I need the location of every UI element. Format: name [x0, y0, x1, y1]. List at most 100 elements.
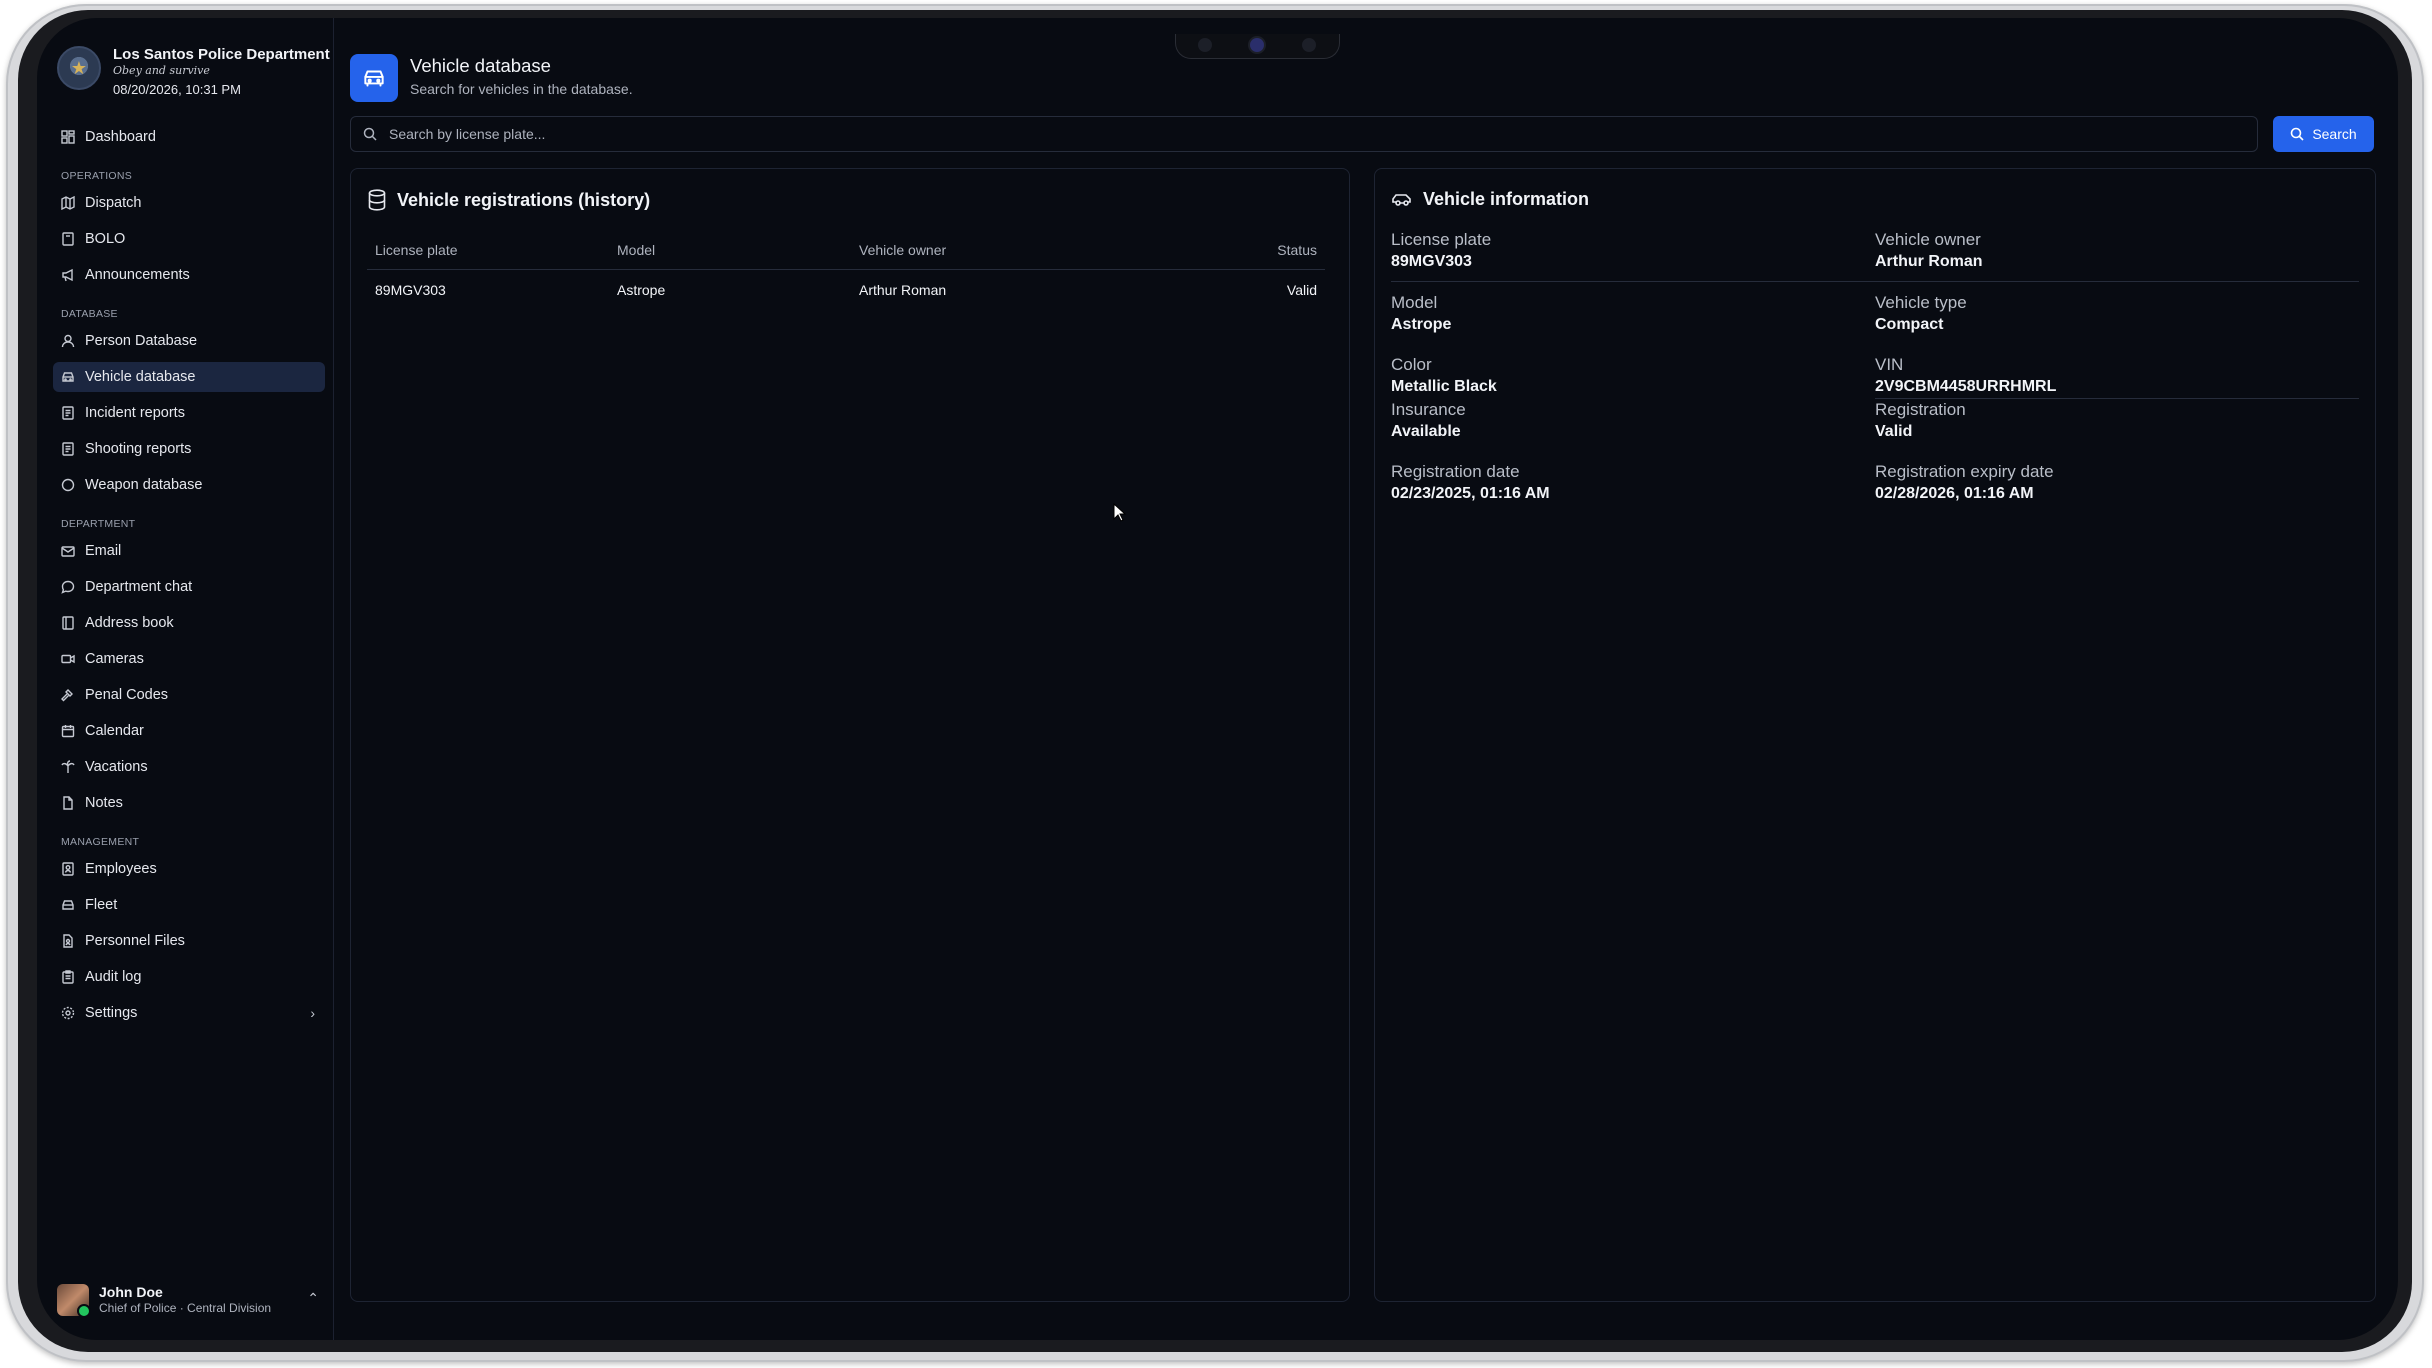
sidebar-item-label: Penal Codes [85, 687, 169, 703]
registration-value: Valid [1875, 423, 1913, 440]
page-subtitle: Search for vehicles in the database. [410, 81, 633, 97]
sidebar-item-vacations[interactable]: Vacations [53, 752, 325, 782]
sidebar-item-notes[interactable]: Notes [53, 788, 325, 818]
car-icon [1391, 191, 1413, 209]
license-plate-label: License plate [1391, 230, 1492, 249]
column-header[interactable]: Model [617, 242, 859, 258]
sidebar-item-label: Weapon database [85, 477, 203, 493]
camera-icon [1250, 38, 1264, 52]
sidebar-item-personnel-files[interactable]: Personnel Files [53, 926, 325, 956]
search-input[interactable] [387, 125, 2191, 143]
vin-value: 2V9CBM4458URRHMRL [1875, 378, 2057, 395]
mail-icon [61, 544, 75, 558]
chevron-up-down-icon: ⌃ [307, 1290, 319, 1306]
search-field[interactable] [350, 116, 2258, 152]
nav-section-database: DATABASE [61, 308, 118, 320]
sidebar-item-label: Notes [85, 795, 123, 811]
column-header[interactable]: License plate [367, 242, 617, 258]
sidebar-item-dashboard[interactable]: Dashboard [53, 122, 325, 152]
table-row[interactable]: 89MGV303 Astrope Arthur Roman Valid [367, 270, 1325, 310]
page-title: Vehicle database [410, 55, 551, 76]
info-row: Model Astrope Vehicle type Compact [1391, 292, 2359, 354]
app-screen: ★ Los Santos Police Department Obey and … [37, 18, 2398, 1340]
user-profile-menu[interactable]: John Doe Chief of Police · Central Divis… [57, 1284, 327, 1318]
calendar-icon [61, 724, 75, 738]
column-header[interactable]: Vehicle owner [859, 242, 1159, 258]
registrations-title-text: Vehicle registrations (history) [397, 189, 651, 210]
sidebar-item-label: Vacations [85, 759, 148, 775]
sidebar-item-label: Settings [85, 1005, 138, 1021]
sidebar-item-fleet[interactable]: Fleet [53, 890, 325, 920]
org-motto: Obey and survive [113, 64, 210, 77]
model-value: Astrope [1391, 316, 1452, 333]
avatar [57, 1284, 91, 1318]
sidebar-item-dispatch[interactable]: Dispatch [53, 188, 325, 218]
sidebar-item-label: Announcements [85, 267, 190, 283]
vehicle-type-label: Vehicle type [1875, 293, 1967, 312]
sidebar-item-settings[interactable]: Settings › [53, 998, 325, 1028]
info-row: Insurance Available Registration Valid [1391, 399, 2359, 461]
registration-expiry-value: 02/28/2026, 01:16 AM [1875, 485, 2034, 502]
nav-section-operations: OPERATIONS [61, 170, 133, 182]
sidebar-item-audit-log[interactable]: Audit log [53, 962, 325, 992]
registration-date-label: Registration date [1391, 462, 1520, 481]
sidebar-item-label: Dashboard [85, 129, 156, 145]
column-header[interactable]: Status [1159, 242, 1325, 258]
info-row: License plate 89MGV303 Vehicle owner Art… [1391, 229, 2359, 282]
sidebar-item-bolo[interactable]: BOLO [53, 224, 325, 254]
sidebar-item-calendar[interactable]: Calendar [53, 716, 325, 746]
document-icon [61, 442, 75, 456]
address-book-icon [61, 616, 75, 630]
vehicle-owner-label: Vehicle owner [1875, 230, 1981, 249]
insurance-value: Available [1391, 423, 1461, 440]
registrations-panel: Vehicle registrations (history) License … [350, 168, 1350, 1302]
search-button[interactable]: Search [2273, 116, 2374, 152]
online-status-dot [77, 1304, 91, 1318]
sidebar-item-incident-reports[interactable]: Incident reports [53, 398, 325, 428]
sidebar-item-penal-codes[interactable]: Penal Codes [53, 680, 325, 710]
sidebar-item-cameras[interactable]: Cameras [53, 644, 325, 674]
registration-label: Registration [1875, 400, 1966, 419]
sidebar-nav: Dashboard OPERATIONS Dispatch BOLO Annou… [53, 122, 325, 1034]
video-icon [61, 652, 75, 666]
dashboard-icon [61, 130, 75, 144]
search-icon [2290, 127, 2304, 141]
document-icon [61, 406, 75, 420]
sidebar-item-label: Fleet [85, 897, 118, 913]
camera-notch [1175, 34, 1340, 59]
sidebar-item-announcements[interactable]: Announcements [53, 260, 325, 290]
sidebar-item-label: Calendar [85, 723, 144, 739]
chat-icon [61, 580, 75, 594]
cell-status: Valid [1286, 282, 1317, 298]
sidebar-item-department-chat[interactable]: Department chat [53, 572, 325, 602]
vin-label: VIN [1875, 355, 1904, 374]
mouse-pointer-icon [1113, 502, 1127, 528]
color-value: Metallic Black [1391, 378, 1497, 395]
sidebar-item-person-database[interactable]: Person Database [53, 326, 325, 356]
color-label: Color [1391, 355, 1432, 374]
sidebar-item-shooting-reports[interactable]: Shooting reports [53, 434, 325, 464]
registrations-table: License plate Model Vehicle owner Status… [367, 231, 1325, 310]
car-icon [350, 54, 398, 102]
id-card-icon [61, 862, 75, 876]
sidebar-item-label: Employees [85, 861, 157, 877]
user-name: John Doe [99, 1284, 163, 1300]
vehicle-info-panel: Vehicle information License plate 89MGV3… [1374, 168, 2376, 1302]
sidebar-item-label: Personnel Files [85, 933, 185, 949]
vehicle-info-grid: License plate 89MGV303 Vehicle owner Art… [1391, 229, 2359, 513]
nav-section-management: MANAGEMENT [61, 836, 140, 848]
sidebar-item-weapon-database[interactable]: Weapon database [53, 470, 325, 500]
file-icon [61, 796, 75, 810]
sidebar-item-address-book[interactable]: Address book [53, 608, 325, 638]
sidebar-item-email[interactable]: Email [53, 536, 325, 566]
license-plate-value: 89MGV303 [1391, 253, 1472, 270]
insurance-label: Insurance [1391, 400, 1466, 419]
sidebar-item-employees[interactable]: Employees [53, 854, 325, 884]
clipboard-icon [61, 970, 75, 984]
sidebar-item-label: Incident reports [85, 405, 185, 421]
palm-tree-icon [61, 760, 75, 774]
sidebar-item-label: BOLO [85, 231, 126, 247]
cell-owner: Arthur Roman [859, 282, 947, 298]
org-name: Los Santos Police Department [113, 46, 330, 63]
sidebar-item-vehicle-database[interactable]: Vehicle database [53, 362, 325, 392]
